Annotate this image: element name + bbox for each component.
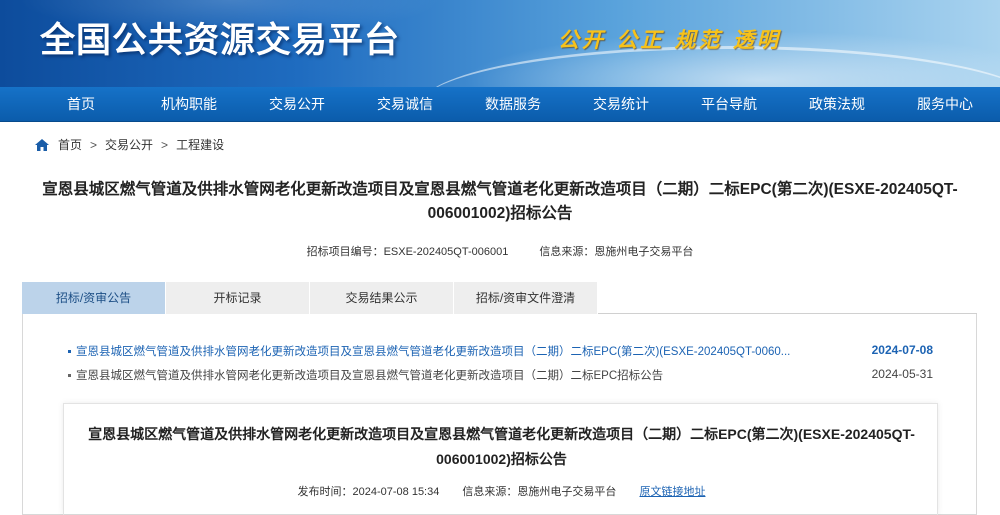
breadcrumb: 首页 > 交易公开 > 工程建设	[34, 136, 224, 153]
nav-item-home[interactable]: 首页	[27, 94, 135, 114]
breadcrumb-home[interactable]: 首页	[58, 136, 82, 153]
breadcrumb-engineering[interactable]: 工程建设	[176, 136, 224, 153]
publish-time: 发布时间：2024-07-08 15:34	[297, 486, 440, 498]
document-date: 2024-07-08	[871, 343, 933, 357]
document-title[interactable]: 宣恩县城区燃气管道及供排水管网老化更新改造项目及宣恩县燃气管道老化更新改造项目（…	[68, 343, 828, 359]
tab-opening-record[interactable]: 开标记录	[166, 282, 310, 314]
nav-item-trade-public[interactable]: 交易公开	[243, 94, 351, 114]
nav-item-policy[interactable]: 政策法规	[783, 94, 891, 114]
notice-detail-card: 宣恩县城区燃气管道及供排水管网老化更新改造项目及宣恩县燃气管道老化更新改造项目（…	[63, 403, 938, 515]
tab-result-publicity[interactable]: 交易结果公示	[310, 282, 454, 314]
breadcrumb-separator: >	[90, 137, 98, 152]
notice-title: 宣恩县城区燃气管道及供排水管网老化更新改造项目及宣恩县燃气管道老化更新改造项目（…	[88, 426, 915, 467]
tab-tender-notice[interactable]: 招标/资审公告	[22, 282, 166, 314]
tab-bar: 招标/资审公告 开标记录 交易结果公示 招标/资审文件澄清	[22, 282, 977, 314]
breadcrumb-separator: >	[161, 137, 169, 152]
nav-item-service-center[interactable]: 服务中心	[891, 94, 999, 114]
document-list-item[interactable]: 宣恩县城区燃气管道及供排水管网老化更新改造项目及宣恩县燃气管道老化更新改造项目（…	[68, 367, 933, 383]
nav-item-data-service[interactable]: 数据服务	[459, 94, 567, 114]
home-icon[interactable]	[34, 138, 50, 152]
nav-item-platform-nav[interactable]: 平台导航	[675, 94, 783, 114]
info-source: 信息来源：恩施州电子交易平台	[539, 246, 694, 258]
document-list-item[interactable]: 宣恩县城区燃气管道及供排水管网老化更新改造项目及宣恩县燃气管道老化更新改造项目（…	[68, 343, 933, 359]
notice-meta: 发布时间：2024-07-08 15:34 信息来源：恩施州电子交易平台 原文链…	[64, 483, 939, 499]
document-title-text[interactable]: 宣恩县城区燃气管道及供排水管网老化更新改造项目及宣恩县燃气管道老化更新改造项目（…	[76, 370, 663, 382]
header-banner: 全国公共资源交易平台 公开 公正 规范 透明	[0, 0, 1000, 87]
bullet-icon	[68, 374, 71, 378]
breadcrumb-trade-public[interactable]: 交易公开	[105, 136, 153, 153]
nav-item-trade-stats[interactable]: 交易统计	[567, 94, 675, 114]
main-nav: 首页 机构职能 交易公开 交易诚信 数据服务 交易统计 平台导航 政策法规 服务…	[0, 87, 1000, 122]
document-title[interactable]: 宣恩县城区燃气管道及供排水管网老化更新改造项目及宣恩县燃气管道老化更新改造项目（…	[68, 367, 828, 383]
nav-item-institution[interactable]: 机构职能	[135, 94, 243, 114]
document-title-text[interactable]: 宣恩县城区燃气管道及供排水管网老化更新改造项目及宣恩县燃气管道老化更新改造项目（…	[76, 346, 790, 358]
page-title: 宣恩县城区燃气管道及供排水管网老化更新改造项目及宣恩县燃气管道老化更新改造项目（…	[42, 181, 958, 222]
notice-source: 信息来源：恩施州电子交易平台	[462, 486, 617, 498]
site-title[interactable]: 全国公共资源交易平台	[40, 12, 400, 63]
project-code: 招标项目编号：ESXE-202405QT-006001	[306, 246, 509, 258]
tab-panel: 宣恩县城区燃气管道及供排水管网老化更新改造项目及宣恩县燃气管道老化更新改造项目（…	[22, 314, 977, 515]
original-link[interactable]: 原文链接地址	[639, 486, 705, 498]
page-meta: 招标项目编号：ESXE-202405QT-006001 信息来源：恩施州电子交易…	[0, 243, 1000, 259]
nav-item-trade-credit[interactable]: 交易诚信	[351, 94, 459, 114]
bullet-icon	[68, 350, 71, 354]
slogan: 公开 公正 规范 透明	[558, 27, 781, 52]
document-date: 2024-05-31	[871, 367, 933, 381]
tab-file-clarification[interactable]: 招标/资审文件澄清	[454, 282, 598, 314]
